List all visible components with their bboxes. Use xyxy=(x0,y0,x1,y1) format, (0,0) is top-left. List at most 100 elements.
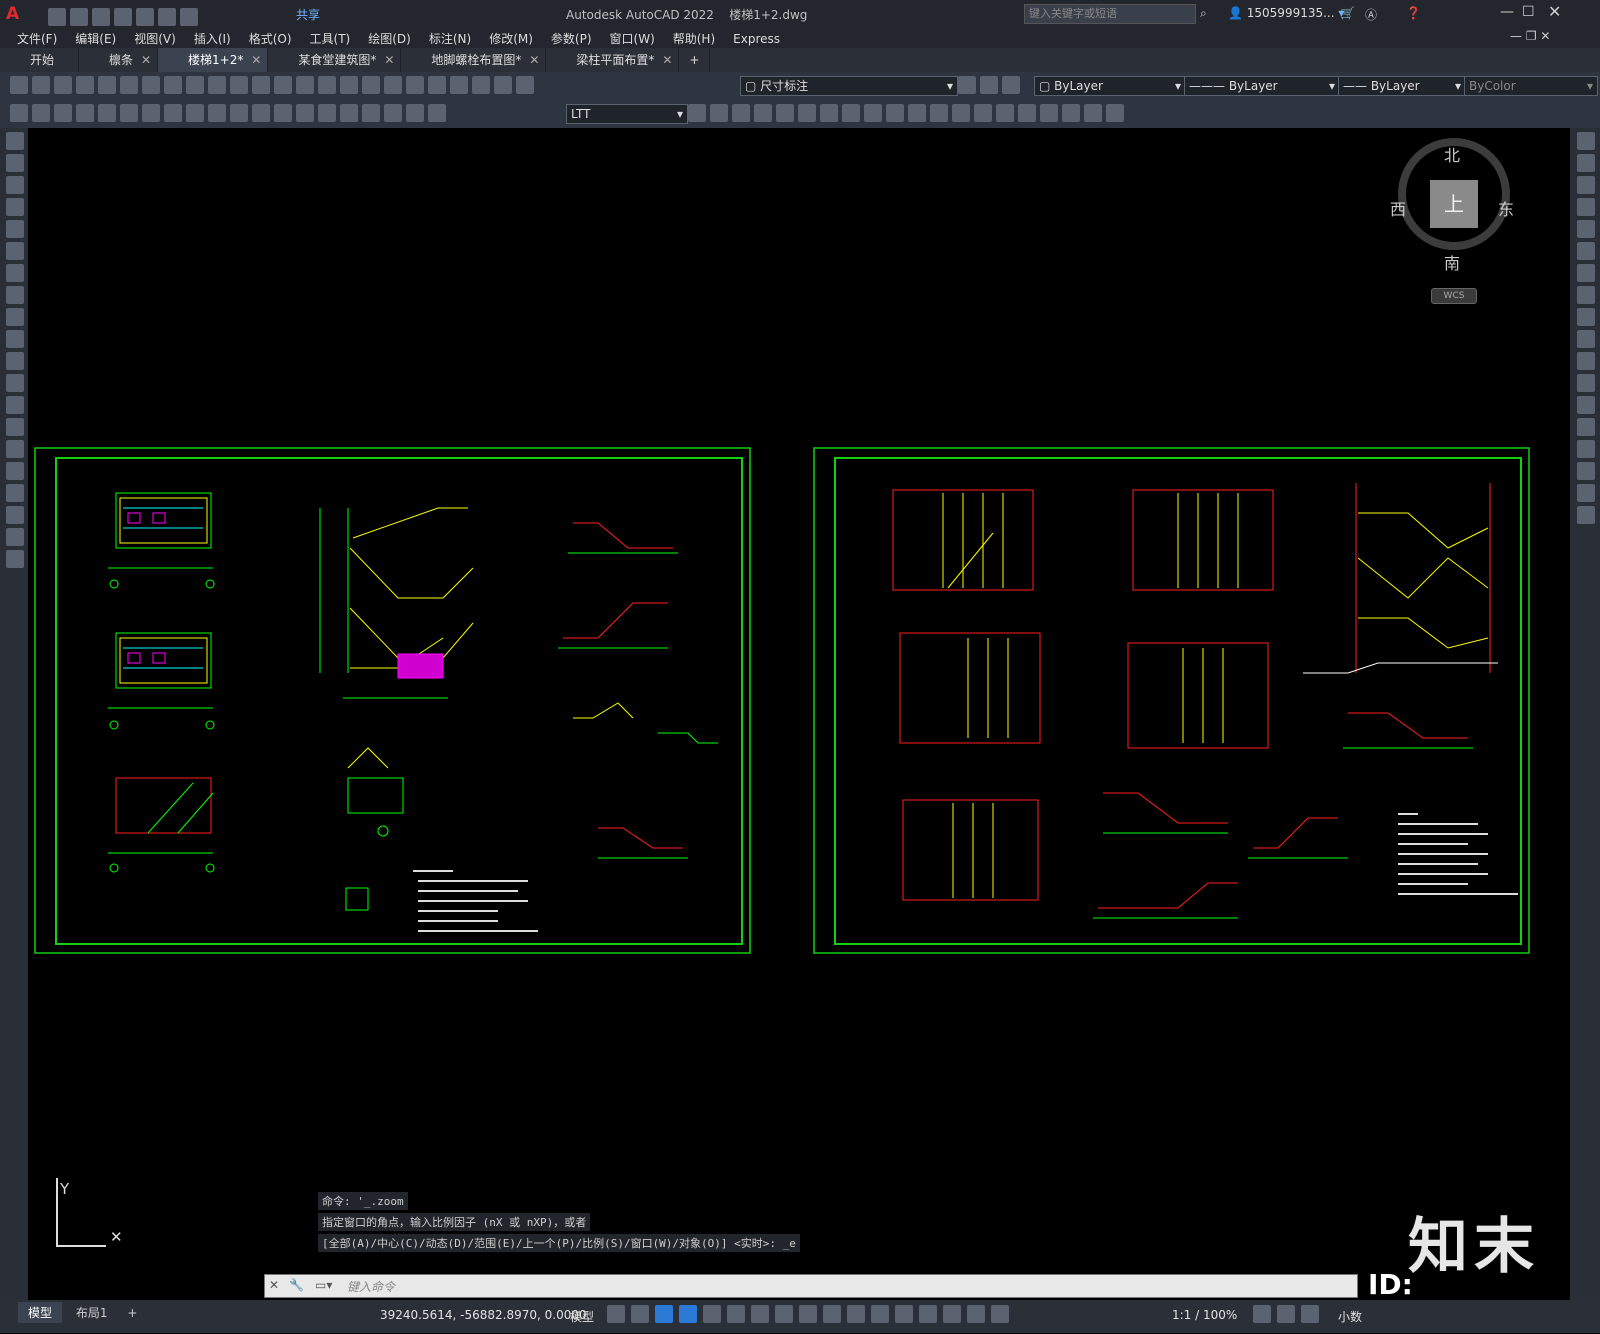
union-icon[interactable] xyxy=(776,104,794,122)
lightbulb-icon[interactable] xyxy=(472,76,490,94)
dim-baseline-icon[interactable] xyxy=(208,104,226,122)
polygon-icon[interactable] xyxy=(6,198,24,216)
calculator-icon[interactable] xyxy=(406,76,424,94)
intersect-icon[interactable] xyxy=(820,104,838,122)
stretch-icon[interactable] xyxy=(1577,308,1595,326)
close-tab-icon[interactable]: ✕ xyxy=(529,48,539,72)
customize-icon[interactable]: 🔧 xyxy=(289,1278,304,1292)
join-icon[interactable] xyxy=(1577,418,1595,436)
array-icon[interactable] xyxy=(1577,220,1595,238)
sun-icon[interactable] xyxy=(494,76,512,94)
menu-item[interactable]: 插入(I) xyxy=(185,28,240,49)
menu-item[interactable]: 绘图(D) xyxy=(359,28,420,49)
a360-icon[interactable]: Ⓐ xyxy=(1365,6,1377,23)
viewcube-north[interactable]: 北 xyxy=(1444,142,1460,166)
store-icon[interactable]: 🛒 xyxy=(1340,6,1355,20)
close-tab-icon[interactable]: ✕ xyxy=(141,48,151,72)
dim-angular-icon[interactable] xyxy=(164,104,182,122)
offset-icon[interactable] xyxy=(1577,198,1595,216)
share-button[interactable]: 共享 xyxy=(296,6,320,23)
file-tab[interactable]: 楼梯1+2* ✕ xyxy=(158,48,269,72)
search-icon[interactable]: ⌕ xyxy=(1200,6,1207,21)
file-tab[interactable]: 檩条 ✕ xyxy=(79,48,159,72)
add-layout-icon[interactable]: + xyxy=(121,1304,143,1322)
doc-window-controls[interactable]: — ❐ ✕ xyxy=(1510,29,1550,43)
search-input[interactable]: 键入关键字或短语 xyxy=(1025,7,1117,20)
dim-arc-icon[interactable] xyxy=(54,104,72,122)
annotation-visibility-icon[interactable] xyxy=(967,1305,985,1323)
presspull-icon[interactable] xyxy=(1084,104,1102,122)
dim-update-icon[interactable] xyxy=(428,104,446,122)
rectangle-icon[interactable] xyxy=(6,220,24,238)
layer-props-icon[interactable] xyxy=(450,76,468,94)
matchprop-icon[interactable] xyxy=(208,76,226,94)
zoom-icon[interactable] xyxy=(296,76,314,94)
file-tab[interactable]: 地脚螺栓布置图* ✕ xyxy=(401,48,547,72)
lock-icon[interactable] xyxy=(516,76,534,94)
erase-icon[interactable] xyxy=(1577,132,1595,150)
menu-item[interactable]: 窗口(W) xyxy=(601,28,664,49)
minimize-button[interactable]: — xyxy=(1500,4,1514,20)
insert-block-icon[interactable] xyxy=(6,374,24,392)
ellipse-icon[interactable] xyxy=(6,330,24,348)
units-value[interactable]: 小数 xyxy=(1338,1308,1362,1325)
sweep-icon[interactable] xyxy=(1062,104,1080,122)
cut-icon[interactable] xyxy=(142,76,160,94)
lineweight-icon[interactable] xyxy=(799,1305,817,1323)
region-icon[interactable] xyxy=(6,484,24,502)
help-icon[interactable]: ❓ xyxy=(1406,6,1421,20)
close-button[interactable]: ✕ xyxy=(1548,2,1561,21)
linetype-dropdown[interactable]: ——— ByLayer ▾ xyxy=(1184,76,1340,96)
spline-icon[interactable] xyxy=(6,308,24,326)
file-tab[interactable]: 开始 xyxy=(0,48,80,72)
menu-item[interactable]: 工具(T) xyxy=(301,28,360,49)
thicken-icon[interactable] xyxy=(1106,104,1124,122)
preview-icon[interactable] xyxy=(98,76,116,94)
gizmo-icon[interactable] xyxy=(943,1305,961,1323)
close-tab-icon[interactable]: ✕ xyxy=(384,48,394,72)
revolve-icon[interactable] xyxy=(754,104,772,122)
pan-icon[interactable] xyxy=(274,76,292,94)
help-icon[interactable] xyxy=(428,76,446,94)
copy-icon[interactable] xyxy=(164,76,182,94)
revcloud-icon[interactable] xyxy=(6,286,24,304)
plus-icon[interactable] xyxy=(1277,1305,1295,1323)
file-tab[interactable]: 某食堂建筑图* ✕ xyxy=(268,48,402,72)
table-icon[interactable] xyxy=(6,506,24,524)
tolerance-icon[interactable] xyxy=(296,104,314,122)
circle-icon[interactable] xyxy=(6,264,24,282)
open-icon[interactable] xyxy=(70,8,88,26)
dim-aligned-icon[interactable] xyxy=(32,104,50,122)
explode-icon[interactable] xyxy=(1577,506,1595,524)
menu-item[interactable]: 帮助(H) xyxy=(664,28,724,49)
shell-icon[interactable] xyxy=(1018,104,1036,122)
close-tab-icon[interactable]: ✕ xyxy=(662,48,672,72)
workspace-gear-icon[interactable] xyxy=(1253,1305,1271,1323)
dim-continue-icon[interactable] xyxy=(230,104,248,122)
designcenter-icon[interactable] xyxy=(362,76,380,94)
undo-icon[interactable] xyxy=(230,76,248,94)
search-box[interactable]: 键入关键字或短语 xyxy=(1024,4,1196,24)
gradient-icon[interactable] xyxy=(6,462,24,480)
hatch-icon[interactable] xyxy=(6,440,24,458)
layer-dropdown[interactable]: ▢ 尺寸标注 ▾ xyxy=(740,76,958,96)
jog-line-icon[interactable] xyxy=(362,104,380,122)
snap-icon[interactable] xyxy=(631,1305,649,1323)
grid-icon[interactable] xyxy=(607,1305,625,1323)
dim-radius-icon[interactable] xyxy=(98,104,116,122)
polyline-icon[interactable] xyxy=(6,176,24,194)
line-icon[interactable] xyxy=(6,132,24,150)
paste-icon[interactable] xyxy=(186,76,204,94)
toolpalette-icon[interactable] xyxy=(384,76,402,94)
model-tab[interactable]: 模型 xyxy=(18,1302,63,1323)
saveas-icon[interactable] xyxy=(114,8,132,26)
menu-item[interactable]: 文件(F) xyxy=(8,28,66,49)
dim-edit-icon[interactable] xyxy=(384,104,402,122)
recent-commands-icon[interactable]: ▭▾ xyxy=(315,1278,332,1292)
dim-break-icon[interactable] xyxy=(274,104,292,122)
plotstyle-dropdown[interactable]: ByColor ▾ xyxy=(1464,76,1598,96)
make-block-icon[interactable] xyxy=(6,396,24,414)
scale-icon[interactable] xyxy=(1577,286,1595,304)
dim-linear-icon[interactable] xyxy=(10,104,28,122)
rotate3d-icon[interactable] xyxy=(864,104,882,122)
